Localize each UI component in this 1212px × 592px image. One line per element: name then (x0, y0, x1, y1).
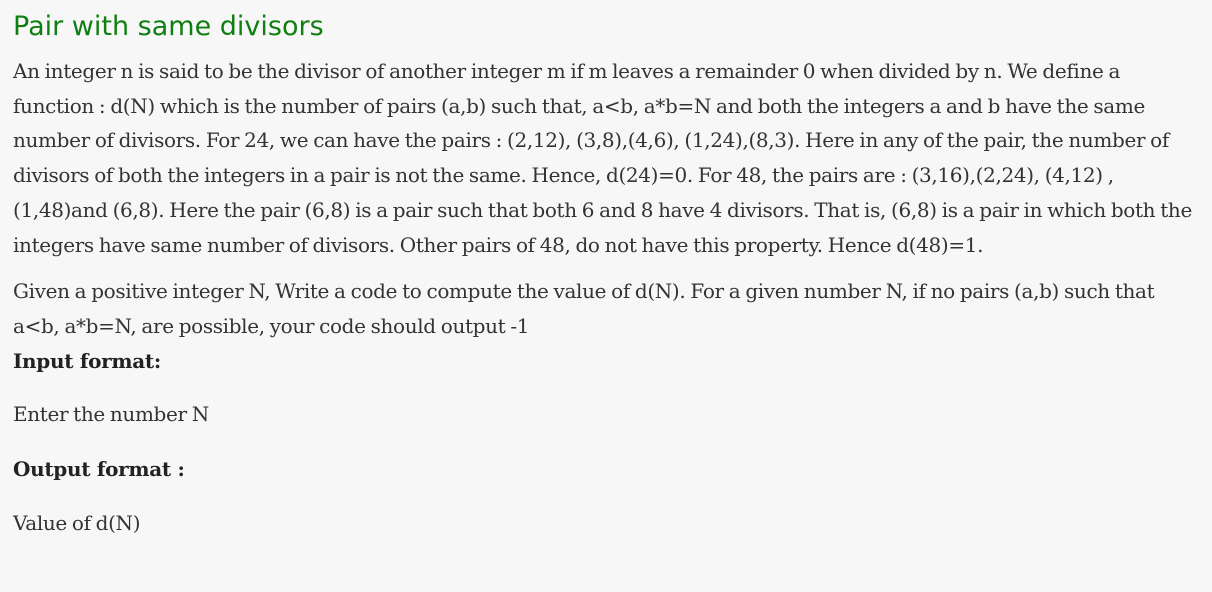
input-format-text: Enter the number N (13, 402, 209, 427)
problem-description: An integer n is said to be the divisor o… (13, 59, 1192, 257)
output-format-heading: Output format : (13, 457, 185, 482)
problem-title: Pair with same divisors (13, 11, 324, 42)
output-format-text: Value of d(N) (13, 510, 141, 535)
problem-page: Pair with same divisors An integer n is … (0, 0, 1212, 592)
problem-task: Given a positive integer N, Write a code… (13, 279, 1155, 338)
input-format-heading: Input format: (13, 348, 161, 373)
